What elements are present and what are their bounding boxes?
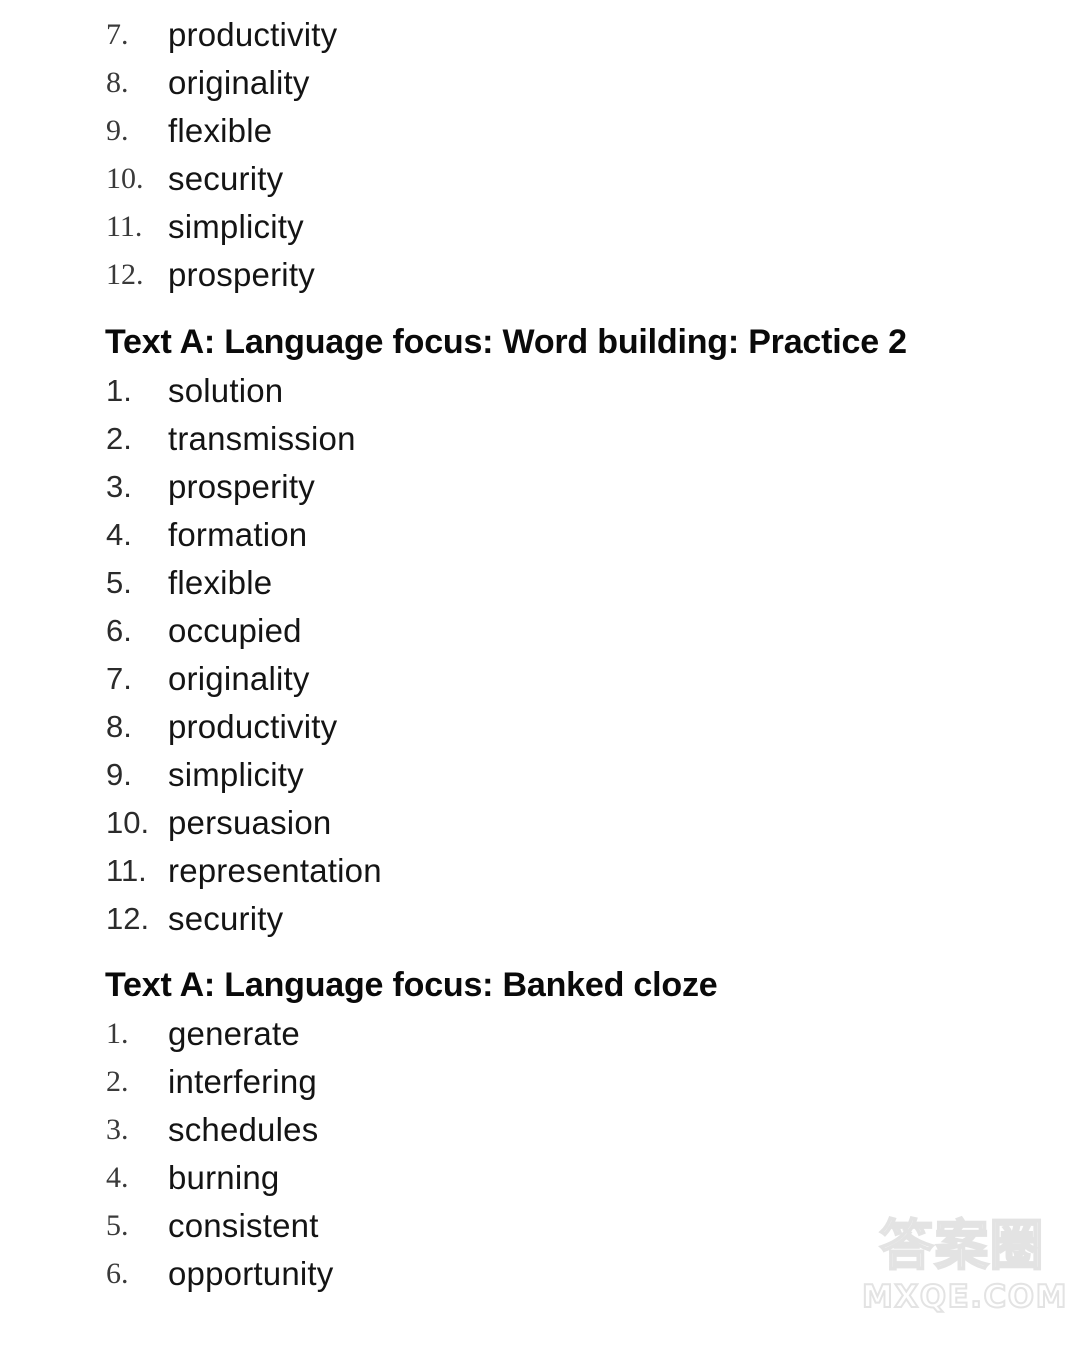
list-item-number: 6. [106, 1257, 129, 1290]
list-item-number: 12. [106, 901, 150, 936]
list-item: 12. security [0, 895, 1080, 943]
section-heading-practice2: Text A: Language focus: Word building: P… [105, 323, 907, 361]
section-heading-banked-cloze: Text A: Language focus: Banked cloze [105, 966, 718, 1004]
list-item: 5. flexible [0, 559, 1080, 607]
list-item-answer-word: interfering [168, 1063, 317, 1100]
list-item-answer-word: representation [168, 852, 382, 889]
list-item-answer-word: schedules [168, 1111, 319, 1148]
list-item: 6. occupied [0, 607, 1080, 655]
list-item: 11. representation [0, 847, 1080, 895]
list-item-answer-word: simplicity [168, 756, 304, 793]
list-item-answer-word: productivity [168, 708, 338, 745]
list-item-answer-word: solution [168, 372, 284, 409]
list-item-number: 1. [106, 373, 132, 408]
list-item-number: 2. [106, 421, 132, 456]
list-item-answer-word: persuasion [168, 804, 332, 841]
list-item-number: 10. [106, 162, 144, 195]
list-item-answer-word: security [168, 160, 284, 197]
answer-list-banked-cloze: 1. generate 2. interfering 3. schedules 4. burn… [0, 1010, 1080, 1298]
list-item: 9. simplicity [0, 751, 1080, 799]
list-item-answer-word: flexible [168, 112, 273, 149]
list-item-answer-word: flexible [168, 564, 273, 601]
list-item-answer-word: originality [168, 64, 310, 101]
list-item: 3. prosperity [0, 463, 1080, 511]
list-item-number: 8. [106, 66, 129, 99]
list-item-number: 11. [106, 853, 147, 888]
list-item-answer-word: opportunity [168, 1255, 334, 1292]
list-item: 4. formation [0, 511, 1080, 559]
list-item: 9. flexible [0, 107, 1080, 155]
list-item: 1. generate [0, 1010, 1080, 1058]
list-item: 1. solution [0, 367, 1080, 415]
list-item-number: 1. [106, 1017, 129, 1050]
list-item-number: 8. [106, 709, 132, 744]
list-item: 2. interfering [0, 1058, 1080, 1106]
answer-list-practice2: 1. solution 2. transmission 3. prosperity 4. fo… [0, 367, 1080, 943]
list-item-answer-word: originality [168, 660, 310, 697]
list-item-answer-word: occupied [168, 612, 302, 649]
list-item: 2. transmission [0, 415, 1080, 463]
list-item-answer-word: prosperity [168, 468, 315, 505]
list-item: 6. opportunity [0, 1250, 1080, 1298]
list-item: 12. prosperity [0, 251, 1080, 299]
list-item-answer-word: transmission [168, 420, 356, 457]
list-item: 8. originality [0, 59, 1080, 107]
list-item: 10. security [0, 155, 1080, 203]
list-item-number: 4. [106, 1161, 129, 1194]
list-item: 7. originality [0, 655, 1080, 703]
list-item-number: 4. [106, 517, 132, 552]
list-item-number: 12. [106, 258, 144, 291]
list-item-number: 5. [106, 565, 132, 600]
list-item: 7. productivity [0, 11, 1080, 59]
list-item-number: 9. [106, 757, 132, 792]
list-item-answer-word: prosperity [168, 256, 315, 293]
list-item: 10. persuasion [0, 799, 1080, 847]
list-item: 11. simplicity [0, 203, 1080, 251]
list-item-number: 11. [106, 210, 143, 243]
answer-list-practice1: 7. productivity 8. originality 9. flexible 10.… [0, 11, 1080, 299]
list-item-answer-word: security [168, 900, 284, 937]
list-item-answer-word: burning [168, 1159, 280, 1196]
list-item-answer-word: generate [168, 1015, 300, 1052]
list-item-number: 2. [106, 1065, 129, 1098]
list-item-answer-word: consistent [168, 1207, 319, 1244]
list-item-number: 10. [106, 805, 150, 840]
list-item: 3. schedules [0, 1106, 1080, 1154]
list-item-number: 7. [106, 661, 132, 696]
list-item: 5. consistent [0, 1202, 1080, 1250]
list-item-number: 9. [106, 114, 129, 147]
document-page: 7. productivity 8. originality 9. flexible 10.… [0, 0, 1080, 1345]
list-item-answer-word: simplicity [168, 208, 304, 245]
list-item-number: 3. [106, 1113, 129, 1146]
list-item: 8. productivity [0, 703, 1080, 751]
list-item-answer-word: productivity [168, 16, 338, 53]
list-item-number: 5. [106, 1209, 129, 1242]
list-item-number: 3. [106, 469, 132, 504]
list-item: 4. burning [0, 1154, 1080, 1202]
list-item-number: 6. [106, 613, 132, 648]
list-item-answer-word: formation [168, 516, 308, 553]
list-item-number: 7. [106, 18, 129, 51]
